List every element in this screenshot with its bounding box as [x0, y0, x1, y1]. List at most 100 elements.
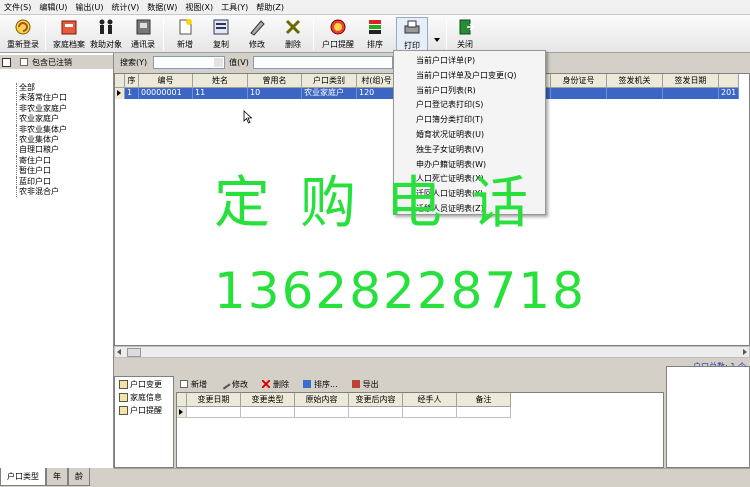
include-cancelled-checkbox[interactable] [20, 58, 28, 66]
search-value-input[interactable] [252, 55, 393, 69]
search-field-select[interactable] [153, 55, 226, 69]
menu-edit[interactable]: 编辑(U) [35, 2, 71, 13]
menu-item[interactable]: 人口死亡证明表(X) [394, 172, 545, 187]
tree-item[interactable]: 非农业集体户 [16, 124, 67, 135]
column-header[interactable]: 变更类型 [241, 393, 295, 407]
menu-output[interactable]: 输出(U) [71, 2, 107, 13]
pin-icon[interactable] [2, 57, 11, 67]
menu-item[interactable]: 申办户籍证明表(W) [394, 158, 545, 173]
relogin-button[interactable]: 重新登录 [4, 17, 42, 51]
address-book-button[interactable]: 通讯录 [126, 17, 160, 51]
tree-item[interactable]: 未落常住户口 [16, 93, 67, 104]
edit-icon [247, 17, 267, 37]
menu-data[interactable]: 数据(W) [143, 2, 181, 13]
tree-item[interactable]: 自理口粮户 [16, 145, 67, 156]
sub-delete-button[interactable]: 删除 [261, 379, 289, 390]
family-record-button[interactable]: 家庭档案 [50, 17, 88, 51]
column-header[interactable]: 经手人 [403, 393, 457, 407]
tree-item[interactable]: 农非混合户 [16, 186, 67, 198]
print-menu-arrow[interactable] [432, 31, 442, 51]
sub-sort-button[interactable]: 排序... [303, 379, 338, 390]
menu-item[interactable]: 当前户口详单及户口变更(Q) [394, 69, 545, 84]
row-indicator [115, 88, 125, 99]
column-header[interactable]: 村(组)号 [357, 74, 397, 88]
column-header[interactable]: 序 [125, 74, 139, 88]
sub-export-button[interactable]: 导出 [351, 379, 379, 390]
menu-item[interactable]: 婚育状况证明表(U) [394, 128, 545, 143]
column-header[interactable]: 姓名 [193, 74, 248, 88]
menu-statistics[interactable]: 统计(V) [108, 2, 144, 13]
table-cell: 120 [357, 88, 397, 99]
column-header[interactable]: 签发机关 [607, 74, 663, 88]
menu-bar: 文件(S) 编辑(U) 输出(U) 统计(V) 数据(W) 视图(X) 工具(Y… [0, 0, 750, 15]
menu-item[interactable]: 独生子女证明表(V) [394, 143, 545, 158]
column-header[interactable]: 变更后内容 [349, 393, 403, 407]
menu-view[interactable]: 视图(X) [181, 2, 217, 13]
tree-item[interactable]: 暂住户口 [16, 166, 67, 177]
subnav-household-change[interactable]: 户口变更 [119, 379, 173, 390]
delete-button[interactable]: 删除 [276, 17, 310, 51]
refresh-login-icon [13, 17, 33, 37]
new-button[interactable]: 新增 [168, 17, 202, 51]
column-header[interactable] [719, 74, 739, 88]
menu-item[interactable]: 当前户口列表(R) [394, 84, 545, 99]
new-icon [175, 17, 195, 37]
tree-item[interactable]: 寄住户口 [16, 155, 67, 167]
subnav-family-info[interactable]: 家庭信息 [119, 392, 173, 403]
sub-new-button[interactable]: 新增 [180, 379, 207, 390]
close-button[interactable]: 关闭 [450, 17, 480, 51]
mouse-cursor-icon [243, 110, 253, 124]
scroll-right-icon[interactable] [743, 349, 747, 355]
subnav-household-reminder[interactable]: 户口提醒 [119, 405, 173, 416]
aid-target-button[interactable]: 救助对象 [88, 17, 124, 51]
status-bar [114, 468, 750, 487]
menu-help[interactable]: 帮助(Z) [252, 2, 288, 13]
tree-item[interactable]: 农业集体户 [16, 134, 67, 146]
column-header[interactable]: 原始内容 [295, 393, 349, 407]
horizontal-scrollbar[interactable] [114, 346, 750, 358]
print-button[interactable]: 打印 [396, 17, 428, 51]
column-header[interactable]: 户口类别 [302, 74, 357, 88]
menu-item[interactable]: 当前户口详单(P) [394, 54, 545, 69]
tree-item[interactable]: 全部 [16, 83, 67, 94]
tree-item[interactable]: 非农业家庭户 [16, 103, 67, 115]
sort-button[interactable]: 排序 [360, 17, 390, 51]
household-reminder-button[interactable]: 户口提醒 [318, 17, 358, 51]
menu-item[interactable]: 迁回人口证明表(Y) [394, 187, 545, 202]
column-header[interactable]: 签发日期 [663, 74, 719, 88]
column-header[interactable]: 编号 [139, 74, 193, 88]
menu-tools[interactable]: 工具(Y) [217, 2, 252, 13]
sub-edit-button[interactable]: 修改 [219, 378, 248, 390]
menu-item[interactable]: 户口簿分类打印(T) [394, 113, 545, 128]
column-header[interactable]: 身份证号 [551, 74, 607, 88]
scroll-left-icon[interactable] [117, 349, 121, 355]
alarm-icon [328, 17, 348, 37]
table-cell [663, 88, 719, 99]
tab-year[interactable]: 年 [46, 468, 68, 486]
menu-item[interactable]: 迁移人员证明表(Z) [394, 202, 545, 217]
header-corner [115, 74, 125, 88]
table-cell: 00000001 [139, 88, 193, 99]
delete-icon [283, 17, 303, 37]
column-header[interactable]: 变更日期 [187, 393, 241, 407]
menu-item[interactable]: 户口登记表打印(S) [394, 98, 545, 113]
copy-button[interactable]: 复制 [204, 17, 238, 51]
table-cell: 10 [248, 88, 302, 99]
menu-file[interactable]: 文件(S) [0, 2, 35, 13]
tab-household-type[interactable]: 户口类型 [0, 468, 46, 486]
search-label: 搜索(Y) [120, 57, 148, 67]
scroll-thumb[interactable] [127, 348, 141, 357]
household-total: 户口总数: 1 个 [114, 360, 750, 374]
tab-age[interactable]: 龄 [68, 468, 90, 486]
change-toolbar: 新增 修改 删除 排序... 导出 [176, 376, 664, 392]
table-cell: 农业家庭户 [302, 88, 357, 99]
table-row[interactable] [177, 407, 511, 418]
detail-nav: 户口变更 家庭信息 户口提醒 [114, 376, 174, 468]
edit-button[interactable]: 修改 [240, 17, 274, 51]
export-icon [351, 380, 360, 388]
tree-item[interactable]: 农业家庭户 [16, 114, 67, 125]
tree-item[interactable]: 蓝印户口 [16, 176, 67, 187]
column-header[interactable]: 备注 [457, 393, 511, 407]
column-header[interactable]: 曾用名 [248, 74, 302, 88]
delete-icon [261, 379, 271, 389]
